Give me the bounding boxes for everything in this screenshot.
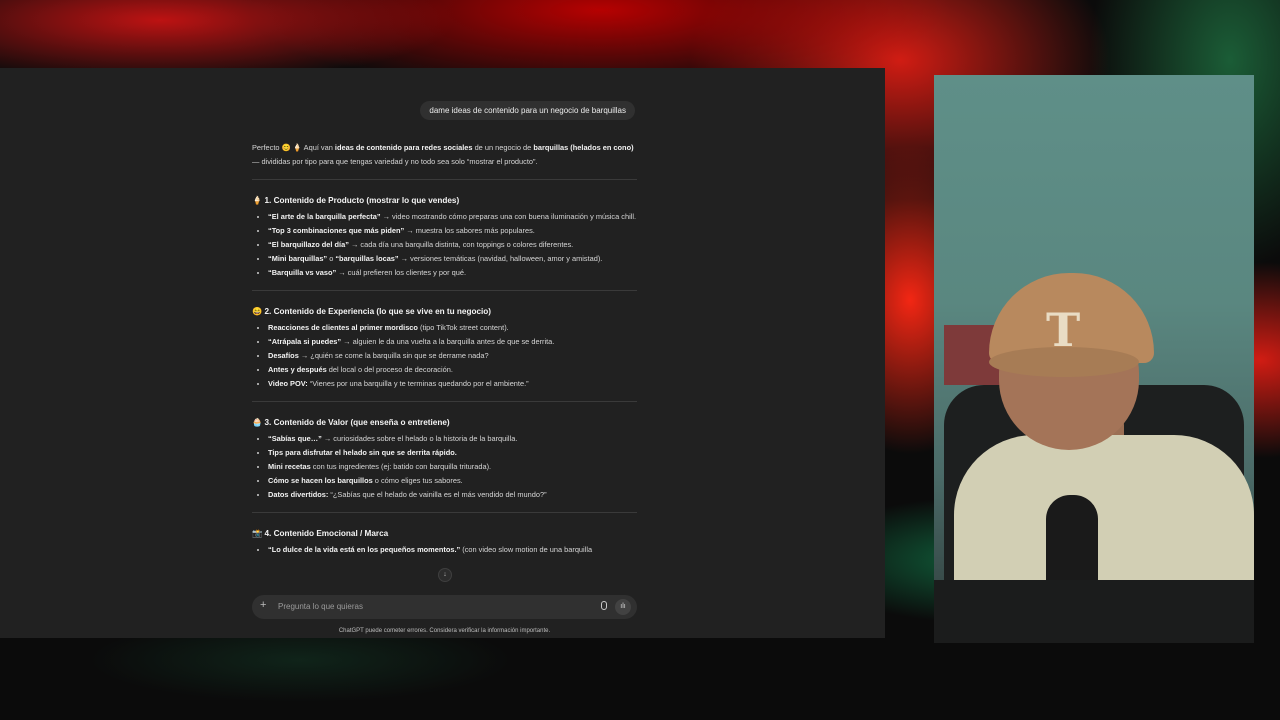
text-span: de un negocio de (472, 143, 534, 152)
response-intro: Perfecto 😊 🍦 Aquí van ideas de contenido… (252, 141, 637, 169)
bold-text: Mini recetas (268, 462, 311, 471)
text-span: “Vienes por una barquilla y te terminas … (307, 379, 529, 388)
microphone-icon[interactable] (601, 601, 607, 610)
bold-text: Datos divertidos: (268, 490, 329, 499)
text-span: → curiosidades sobre el helado o la hist… (321, 434, 518, 443)
bold-text: Video POV: (268, 379, 308, 388)
bold-text: “barquillas locas” (335, 254, 399, 263)
list-item: Video POV: “Vienes por una barquilla y t… (268, 377, 637, 391)
list-item: Tips para disfrutar el helado sin que se… (268, 446, 637, 460)
section-heading: 🍦 1. Contenido de Producto (mostrar lo q… (252, 196, 460, 205)
list-item: “El barquillazo del día” → cada día una … (268, 238, 637, 252)
section-heading: 😄 2. Contenido de Experiencia (lo que se… (252, 307, 492, 316)
idea-list: Reacciones de clientes al primer mordisc… (252, 321, 637, 391)
bold-text: Antes y después (268, 365, 327, 374)
webcam-overlay: T (934, 75, 1254, 643)
bold-text: Tips para disfrutar el helado sin que se… (268, 448, 457, 457)
scroll-down-button[interactable]: ↓ (438, 568, 452, 582)
text-span: → ¿quién se come la barquilla sin que se… (298, 351, 489, 360)
section-divider (252, 401, 637, 402)
bold-text: ideas de contenido para redes sociales (334, 143, 473, 152)
list-item: Desafíos → ¿quién se come la barquilla s… (268, 349, 637, 363)
section-heading: 📸 4. Contenido Emocional / Marca (252, 529, 389, 538)
text-span: Perfecto 😊 🍦 Aquí van (252, 143, 335, 152)
bold-text: “Sabías que…” (268, 434, 322, 443)
text-span: → cada día una barquilla distinta, con t… (348, 240, 574, 249)
idea-list: “Sabías que…” → curiosidades sobre el he… (252, 432, 637, 502)
bold-text: Desafíos (268, 351, 299, 360)
text-span: “¿Sabías que el helado de vainilla es el… (328, 490, 547, 499)
person-shirt (954, 435, 1254, 595)
section-divider (252, 290, 637, 291)
bold-text: “El arte de la barquilla perfecta” (268, 212, 381, 221)
section-divider (252, 512, 637, 513)
prompt-input[interactable]: Pregunta lo que quieras (278, 602, 363, 611)
idea-list: “El arte de la barquilla perfecta” → vid… (252, 210, 637, 280)
text-span: — divididas por tipo para que tengas var… (252, 157, 538, 166)
desk (934, 580, 1254, 643)
list-item: Cómo se hacen los barquillos o cómo elig… (268, 474, 637, 488)
list-item: “Atrápala si puedes” → alguien le da una… (268, 335, 637, 349)
text-span: del local o del proceso de decoración. (326, 365, 453, 374)
list-item: “Top 3 combinaciones que más piden” → mu… (268, 224, 637, 238)
section-heading: 🧁 3. Contenido de Valor (que enseña o en… (252, 418, 450, 427)
list-item: Mini recetas con tus ingredientes (ej: b… (268, 460, 637, 474)
idea-list: “Lo dulce de la vida está en los pequeño… (252, 543, 637, 557)
list-item: Antes y después del local o del proceso … (268, 363, 637, 377)
text-span: (con video slow motion de una barquilla (460, 545, 593, 554)
list-item: “El arte de la barquilla perfecta” → vid… (268, 210, 637, 224)
user-message-bubble: dame ideas de contenido para un negocio … (420, 101, 635, 120)
assistant-response: Perfecto 😊 🍦 Aquí van ideas de contenido… (252, 141, 637, 557)
text-span: o cómo eliges tus sabores. (372, 476, 463, 485)
text-span: con tus ingredientes (ej: batido con bar… (310, 462, 492, 471)
bold-text: Cómo se hacen los barquillos (268, 476, 373, 485)
bold-text: “Lo dulce de la vida está en los pequeño… (268, 545, 461, 554)
bold-text: “Atrápala si puedes” (268, 337, 342, 346)
bold-text: “Mini barquillas” (268, 254, 328, 263)
text-span: → muestra los sabores más populares. (404, 226, 535, 235)
list-item: “Barquilla vs vaso” → cuál prefieren los… (268, 266, 637, 280)
cap-logo: T (1046, 303, 1081, 357)
chatgpt-window: dame ideas de contenido para un negocio … (0, 68, 885, 638)
text-span: → cuál prefieren los clientes y por qué. (336, 268, 467, 277)
section-divider (252, 179, 637, 180)
bold-text: barquillas (helados en cono) (533, 143, 634, 152)
text-span: (tipo TikTok street content). (417, 323, 509, 332)
list-item: “Mini barquillas” o “barquillas locas” →… (268, 252, 637, 266)
text-span: → versiones temáticas (navidad, hallowee… (398, 254, 603, 263)
list-item: Datos divertidos: “¿Sabías que el helado… (268, 488, 637, 502)
bold-text: “El barquillazo del día” (268, 240, 349, 249)
text-span: → alguien le da una vuelta a la barquill… (341, 337, 555, 346)
list-item: Reacciones de clientes al primer mordisc… (268, 321, 637, 335)
voice-mode-icon[interactable]: ılı (615, 599, 631, 615)
plus-icon[interactable]: + (260, 599, 266, 611)
bold-text: “Barquilla vs vaso” (268, 268, 337, 277)
text-span: → video mostrando cómo preparas una con … (380, 212, 637, 221)
disclaimer-text: ChatGPT puede cometer errores. Considera… (338, 628, 551, 634)
bold-text: Reacciones de clientes al primer mordisc… (268, 323, 418, 332)
bold-text: “Top 3 combinaciones que más piden” (268, 226, 405, 235)
prompt-composer[interactable]: + Pregunta lo que quieras ılı (252, 595, 637, 619)
list-item: “Lo dulce de la vida está en los pequeño… (268, 543, 637, 557)
list-item: “Sabías que…” → curiosidades sobre el he… (268, 432, 637, 446)
